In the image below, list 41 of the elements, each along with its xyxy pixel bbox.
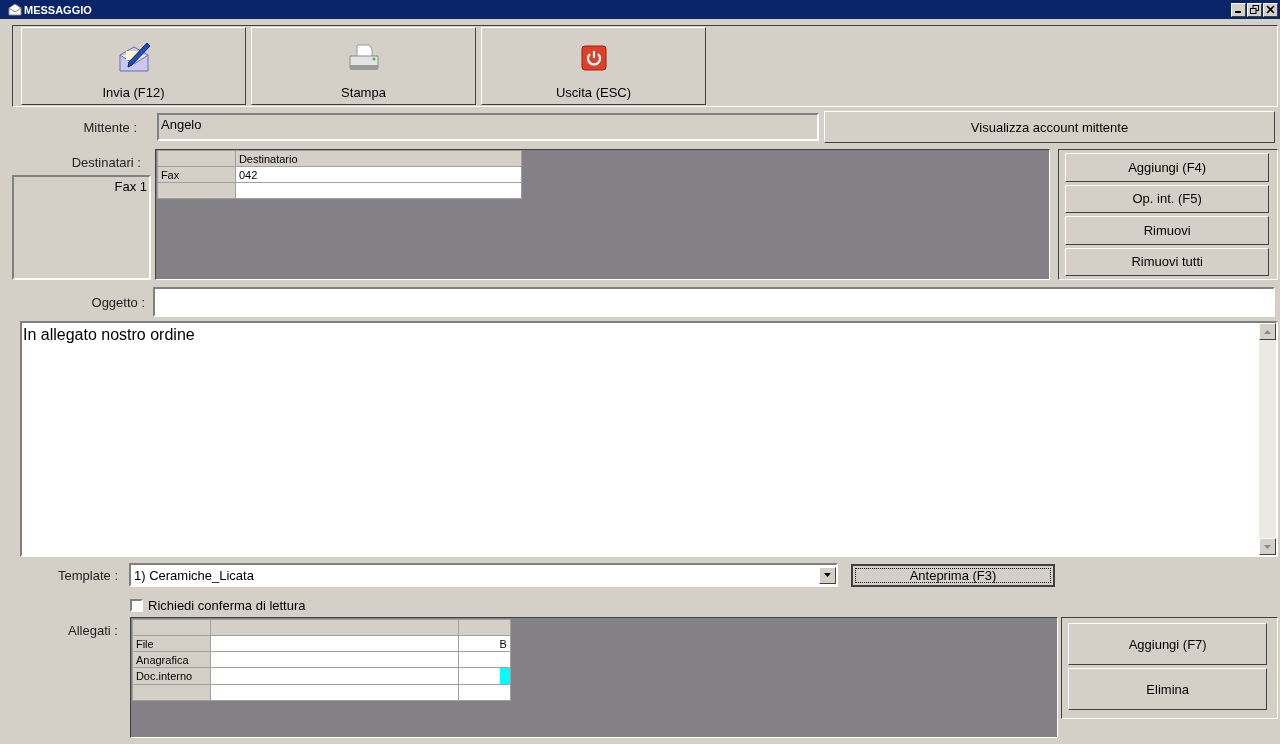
envelope-pen-icon xyxy=(116,41,151,75)
scrollbar[interactable] xyxy=(1259,323,1276,555)
table-cell[interactable]: B xyxy=(458,635,511,652)
dropdown-button[interactable] xyxy=(819,566,836,584)
down-arrow-icon xyxy=(1264,544,1271,549)
message-text: In allegato nostro ordine xyxy=(22,325,196,345)
attachment-button[interactable]: Elimina xyxy=(1068,668,1268,710)
envelope-icon xyxy=(8,3,22,16)
close-icon xyxy=(1266,5,1275,14)
field-label: Mittente : xyxy=(82,119,138,135)
restore-button[interactable] xyxy=(1247,2,1262,17)
scroll-down-button[interactable] xyxy=(1259,538,1276,555)
field-label: Destinatari : xyxy=(70,154,142,172)
recipient-button[interactable]: Rimuovi xyxy=(1065,216,1270,245)
field-label: Allegati : xyxy=(67,622,119,638)
column-header: Destinatario xyxy=(235,150,522,167)
field-label: Oggetto : xyxy=(90,294,146,310)
down-arrow-icon xyxy=(824,573,831,577)
close-button[interactable] xyxy=(1263,2,1278,17)
table-cell[interactable]: 042 xyxy=(235,166,522,183)
preview-button[interactable]: Anteprima (F3) xyxy=(851,563,1055,587)
recipient-button[interactable]: Op. int. (F5) xyxy=(1065,184,1270,213)
recipient-type-list[interactable]: Fax 1 xyxy=(12,175,151,280)
up-arrow-icon xyxy=(1264,329,1271,334)
toolbar-button[interactable]: Invia (F12) xyxy=(21,27,246,105)
recipient-button[interactable]: Rimuovi tutti xyxy=(1065,247,1270,276)
template-dropdown[interactable]: 1) Ceramiche_Licata xyxy=(129,563,838,587)
toolbar-button[interactable]: Stampa xyxy=(251,27,476,105)
toolbar-button[interactable]: Uscita (ESC) xyxy=(481,27,706,105)
field-label: Template : xyxy=(57,567,119,583)
checkbox-label: Richiedi conferma di lettura xyxy=(148,598,306,613)
minimize-button[interactable] xyxy=(1231,2,1246,17)
sender-account-button[interactable]: Visualizza account mittente xyxy=(824,111,1275,143)
checkbox[interactable] xyxy=(130,599,143,612)
attachment-button[interactable]: Aggiungi (F7) xyxy=(1068,623,1268,665)
window-title: MESSAGGIO xyxy=(24,3,93,16)
sender-field[interactable]: Angelo xyxy=(157,113,819,141)
restore-icon xyxy=(1250,5,1259,14)
recipient-button[interactable]: Aggiungi (F4) xyxy=(1065,153,1270,182)
message-body[interactable]: In allegato nostro ordine xyxy=(20,321,1278,557)
scroll-up-button[interactable] xyxy=(1259,323,1276,340)
